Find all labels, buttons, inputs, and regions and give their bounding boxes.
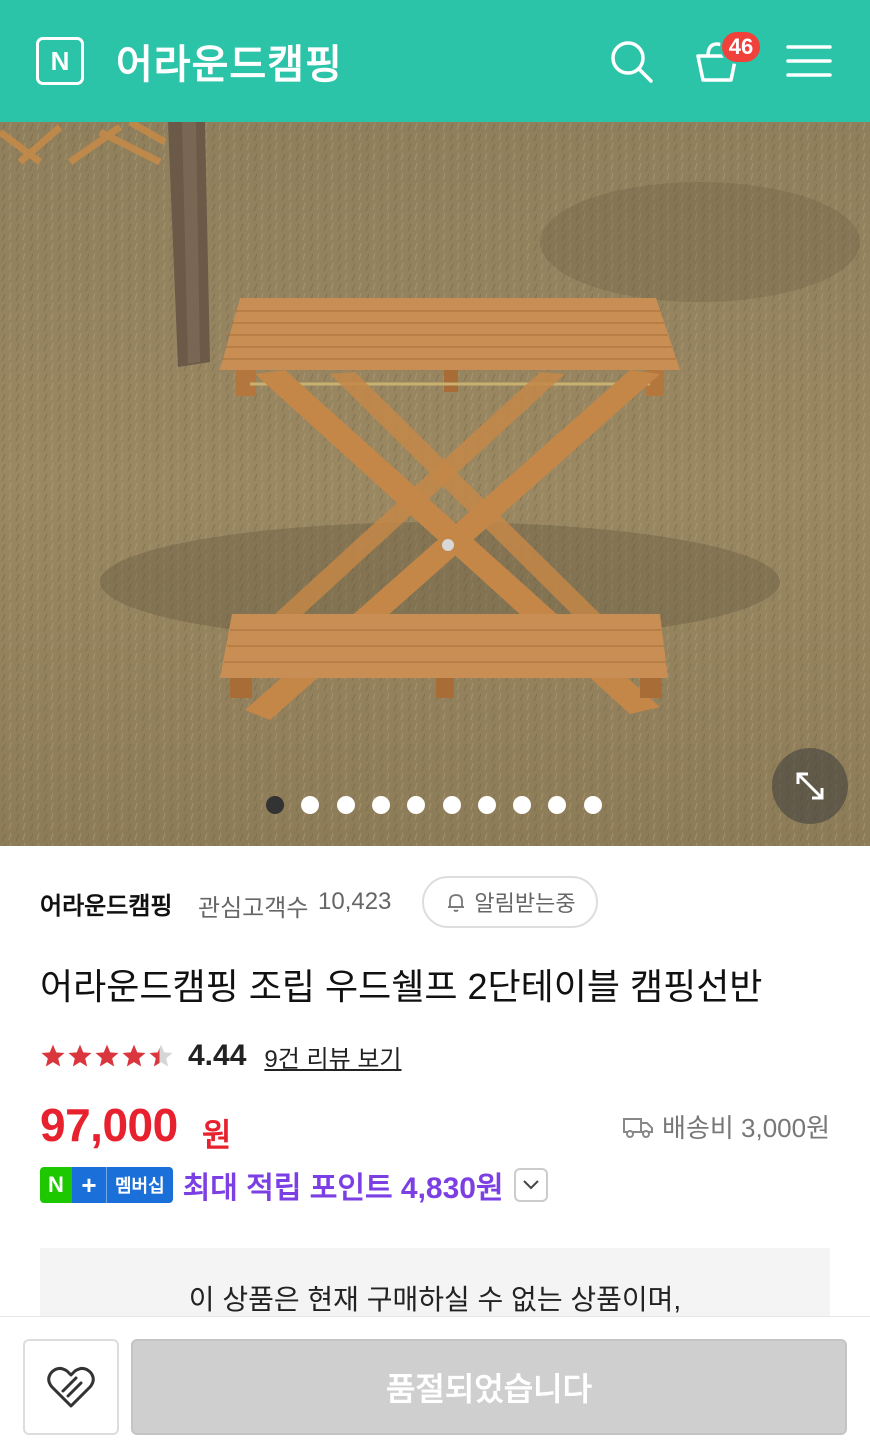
- star-icon: [122, 1044, 146, 1067]
- star-icon: [149, 1044, 173, 1067]
- soldout-button[interactable]: 품절되었습니다: [131, 1339, 847, 1435]
- max-points-text: 최대 적립 포인트 4,830원: [182, 1172, 504, 1205]
- np-badge-plus: +: [72, 1167, 106, 1203]
- product-title: 어라운드캠핑 조립 우드쉘프 2단테이블 캠핑선반: [40, 966, 763, 1007]
- rating-row: 4.44 9건 리뷰 보기: [40, 1036, 401, 1076]
- seller-name[interactable]: 어라운드캠핑: [40, 886, 172, 921]
- gallery-dot[interactable]: [513, 796, 532, 814]
- search-icon[interactable]: [606, 36, 656, 86]
- gallery-dot[interactable]: [371, 796, 390, 814]
- gallery-dot[interactable]: [477, 796, 496, 814]
- rating-stars: [40, 1043, 174, 1069]
- gallery-dot[interactable]: [336, 796, 355, 814]
- gallery-dot[interactable]: [583, 796, 602, 814]
- heart-icon: [47, 1366, 95, 1408]
- follower-count: 10,423: [318, 888, 392, 915]
- product-image[interactable]: [0, 122, 870, 846]
- alarm-label: 알림받는중: [474, 891, 576, 916]
- gallery-dot[interactable]: [548, 796, 567, 814]
- alarm-subscribe-button[interactable]: 알림받는중: [422, 876, 598, 928]
- store-title[interactable]: 어라운드캠핑: [116, 32, 343, 90]
- gallery-dot[interactable]: [442, 796, 461, 814]
- np-badge-label: 멤버십: [106, 1167, 173, 1203]
- points-toggle-button[interactable]: [513, 1168, 548, 1202]
- review-link[interactable]: 9건 리뷰 보기: [264, 1039, 401, 1074]
- price-value: 97,000: [40, 1099, 178, 1151]
- wish-button[interactable]: [23, 1339, 119, 1435]
- notice-text: 이 상품은 현재 구매하실 수 없는 상품이며,: [188, 1284, 682, 1315]
- shipping-fee: 배송비 3,000원: [662, 1113, 830, 1143]
- price-unit: 원: [202, 1117, 232, 1153]
- np-badge-n: N: [40, 1167, 72, 1203]
- gallery-dot[interactable]: [266, 796, 284, 814]
- naver-logo-icon[interactable]: N: [36, 37, 84, 85]
- follower-label: 관심고객수: [198, 895, 309, 922]
- cart-count-badge: 46: [720, 30, 762, 64]
- star-icon: [95, 1044, 119, 1067]
- menu-icon[interactable]: [784, 36, 834, 86]
- star-icon: [68, 1044, 92, 1067]
- expand-icon: [796, 772, 824, 800]
- bottom-action-bar: 품절되었습니다: [0, 1316, 870, 1440]
- membership-points-row[interactable]: N + 멤버십 최대 적립 포인트 4,830원: [40, 1166, 548, 1205]
- rating-value: 4.44: [188, 1039, 247, 1072]
- naver-plus-membership-badge: N + 멤버십: [40, 1167, 173, 1203]
- gallery-pagination: [0, 796, 870, 816]
- product-photo: [0, 122, 870, 846]
- expand-button[interactable]: [772, 748, 848, 824]
- gallery-dot[interactable]: [407, 796, 426, 814]
- star-icon: [41, 1044, 65, 1067]
- gallery-dot[interactable]: [301, 796, 320, 814]
- truck-icon: [623, 1117, 654, 1138]
- shipping-info: 배송비 3,000원: [622, 1108, 830, 1145]
- bell-icon: [448, 894, 465, 912]
- chevron-down-icon: [522, 1180, 539, 1190]
- top-header: N 어라운드캠핑 46: [0, 0, 870, 122]
